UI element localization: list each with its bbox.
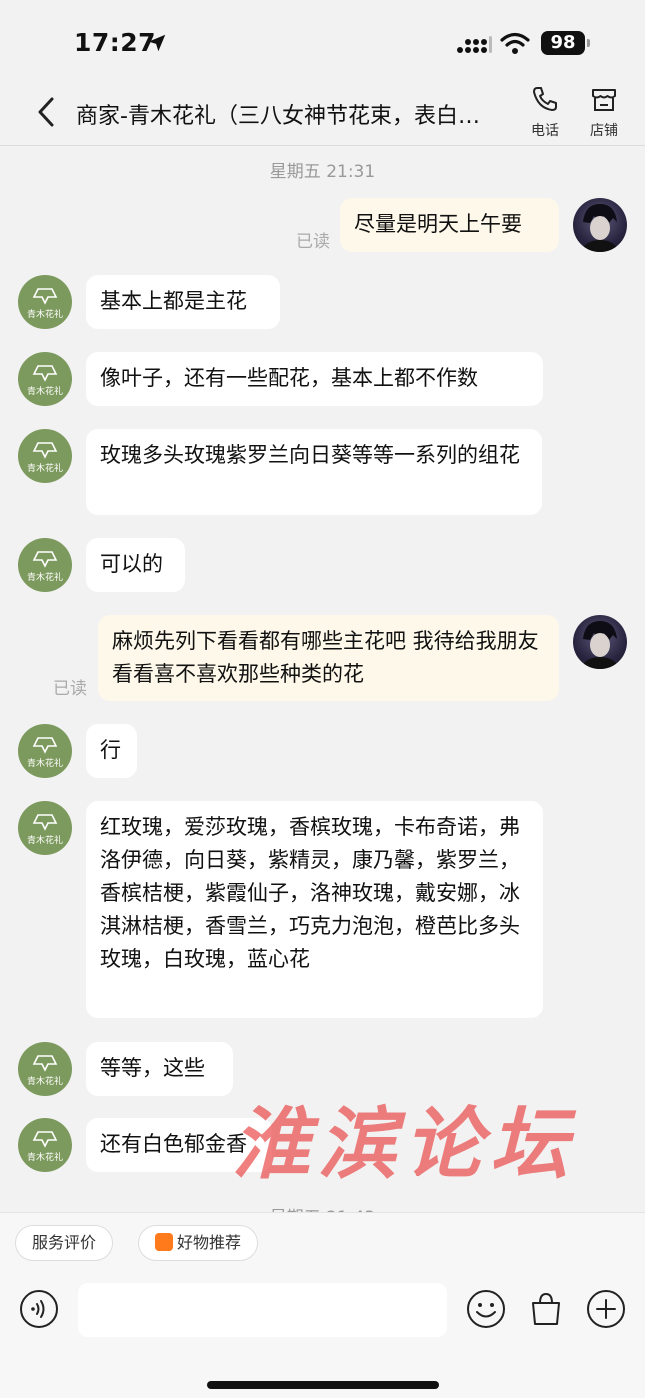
shop-logo-icon: 青木花礼 [27,814,63,846]
chat-title: 商家-青木花礼（三八女神节花束，表白… [76,104,480,129]
shop-logo-text: 青木花礼 [27,571,63,583]
service-review-chip[interactable]: 服务评价 [15,1225,114,1261]
emoji-icon[interactable] [466,1289,506,1329]
user-avatar-image [581,621,619,669]
shop-avatar[interactable]: 青木花礼 [18,538,72,592]
read-receipt: 已读 [296,232,330,252]
recommend-chip[interactable]: 好物推荐 [138,1225,259,1261]
user-avatar[interactable] [573,198,627,252]
shop-logo-icon: 青木花礼 [27,442,63,474]
shop-avatar[interactable]: 青木花礼 [18,429,72,483]
my-message-bubble[interactable]: 麻烦先列下看看都有哪些主花吧 我待给我朋友看看喜不喜欢那些种类的花 [98,615,559,701]
shop-avatar[interactable]: 青木花礼 [18,801,72,855]
store-label: 店铺 [590,123,618,139]
call-button[interactable]: 电话 [521,84,569,144]
battery-tip [587,39,590,47]
timestamp: 星期五 21:31 [269,162,376,182]
status-time: 17:27 [74,28,157,57]
call-label: 电话 [531,123,559,139]
shop-message-bubble[interactable]: 等等，这些 [86,1042,233,1096]
store-icon [592,89,616,111]
shop-logo-icon: 青木花礼 [27,288,63,320]
shopping-bag-icon[interactable] [526,1289,566,1329]
shop-logo-text: 青木花礼 [27,1075,63,1087]
read-receipt: 已读 [53,679,87,699]
location-arrow-icon [148,34,166,52]
shop-avatar[interactable]: 青木花礼 [18,1118,72,1172]
plus-icon[interactable] [586,1289,626,1329]
phone-icon [533,87,557,111]
shop-message-bubble[interactable]: 玫瑰多头玫瑰紫罗兰向日葵等等一系列的组花 [86,429,542,515]
user-avatar[interactable] [573,615,627,669]
shop-avatar[interactable]: 青木花礼 [18,275,72,329]
shop-message-bubble[interactable]: 可以的 [86,538,185,592]
chat-header: 商家-青木花礼（三八女神节花束，表白… 电话 店铺 [0,84,645,146]
shop-message-bubble[interactable]: 像叶子，还有一些配花，基本上都不作数 [86,352,543,406]
recommend-chip-label: 好物推荐 [177,1233,242,1252]
shop-logo-text: 青木花礼 [27,462,63,474]
wifi-icon [500,32,530,54]
bottom-panel: 服务评价 好物推荐 [0,1212,645,1398]
shop-message-bubble[interactable]: 行 [86,724,137,778]
status-bar: 17:27 98 [0,0,645,84]
shop-logo-text: 青木花礼 [27,834,63,846]
shop-logo-text: 青木花礼 [27,1151,63,1163]
shopping-bag-icon [155,1233,173,1251]
watermark: 淮滨论坛 [232,1099,577,1190]
message-input[interactable] [78,1283,447,1337]
shop-avatar[interactable]: 青木花礼 [18,724,72,778]
shop-logo-icon: 青木花礼 [27,737,63,769]
shop-message-bubble[interactable]: 基本上都是主花 [86,275,280,329]
store-button[interactable]: 店铺 [580,84,628,144]
shop-avatar[interactable]: 青木花礼 [18,352,72,406]
shop-logo-icon: 青木花礼 [27,1131,63,1163]
cellular-signal-icon [457,36,492,53]
voice-icon[interactable] [19,1289,59,1329]
shop-message-bubble[interactable]: 红玫瑰，爱莎玫瑰，香槟玫瑰，卡布奇诺，弗洛伊德，向日葵，紫精灵，康乃馨，紫罗兰，… [86,801,543,1018]
shop-logo-icon: 青木花礼 [27,1055,63,1087]
home-indicator [207,1381,439,1389]
shop-logo-text: 青木花礼 [27,757,63,769]
my-message-bubble[interactable]: 尽量是明天上午要 [340,198,559,252]
battery-level: 98 [541,31,585,55]
shop-logo-text: 青木花礼 [27,385,63,397]
back-chevron-icon[interactable] [32,94,62,130]
shop-logo-icon: 青木花礼 [27,365,63,397]
shop-logo-icon: 青木花礼 [27,551,63,583]
shop-logo-text: 青木花礼 [27,308,63,320]
shop-avatar[interactable]: 青木花礼 [18,1042,72,1096]
user-avatar-image [581,204,619,252]
